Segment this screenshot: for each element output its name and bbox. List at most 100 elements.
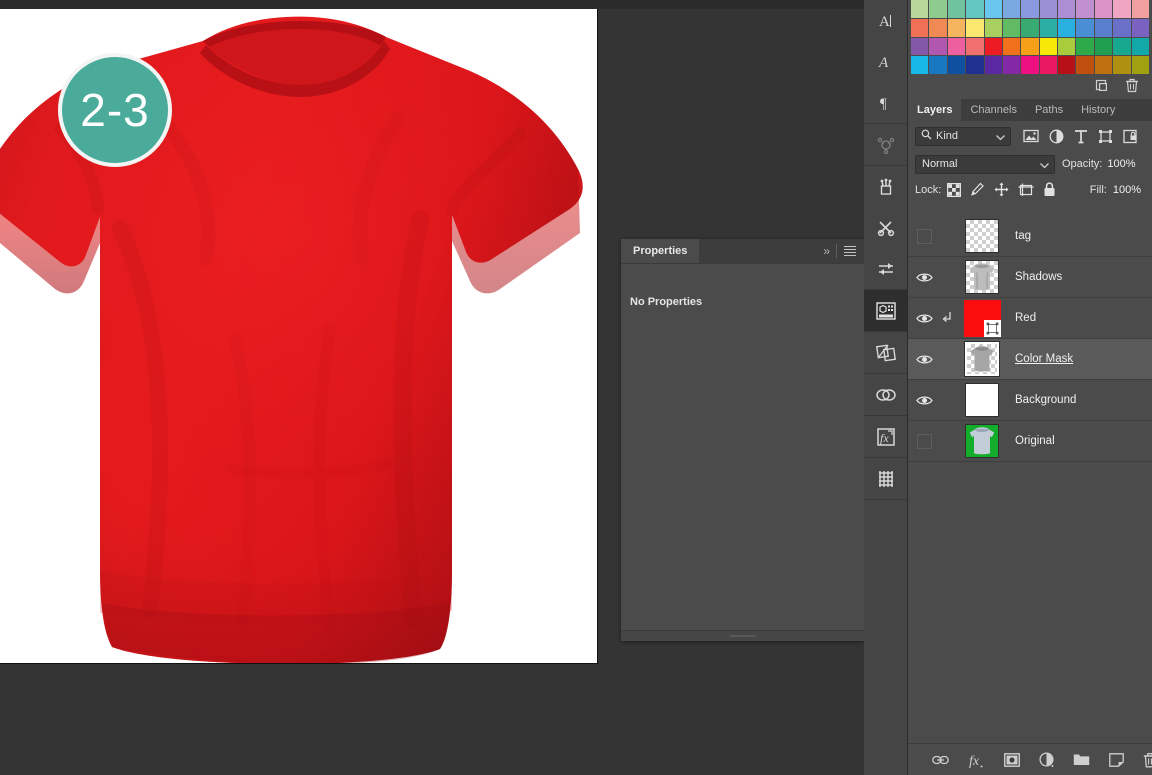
type-layer-filter-icon[interactable]: [1074, 129, 1088, 144]
layer-thumbnail[interactable]: [965, 383, 999, 417]
link-layers-icon[interactable]: [931, 754, 949, 766]
color-swatch[interactable]: [911, 0, 929, 18]
color-swatch[interactable]: [947, 0, 966, 18]
tab-properties[interactable]: Properties: [621, 239, 700, 263]
color-swatch[interactable]: [966, 18, 984, 37]
color-swatch[interactable]: [1021, 56, 1039, 74]
color-swatch[interactable]: [1094, 18, 1113, 37]
add-layer-mask-icon[interactable]: [1003, 752, 1020, 767]
color-swatch[interactable]: [984, 18, 1002, 37]
properties-panel[interactable]: Properties » No Properties: [621, 239, 864, 641]
color-swatch[interactable]: [1058, 0, 1076, 18]
properties-icon[interactable]: [864, 290, 907, 331]
pixel-layer-filter-icon[interactable]: [1023, 129, 1039, 143]
color-swatch[interactable]: [1002, 18, 1021, 37]
color-swatch[interactable]: [1113, 37, 1131, 56]
color-swatch[interactable]: [929, 37, 947, 56]
layer-name[interactable]: tag: [1010, 230, 1031, 242]
color-swatch[interactable]: [911, 18, 929, 37]
layer-row[interactable]: Red: [908, 298, 1152, 339]
layer-visibility-toggle[interactable]: [908, 354, 940, 365]
layer-thumbnail-cell[interactable]: [954, 341, 1010, 377]
color-swatch[interactable]: [1039, 18, 1058, 37]
color-swatch[interactable]: [929, 56, 947, 74]
color-swatch[interactable]: [1039, 37, 1058, 56]
delete-layer-icon[interactable]: [1143, 752, 1152, 768]
color-swatch[interactable]: [1002, 0, 1021, 18]
panel-resize-grip[interactable]: [621, 630, 864, 641]
layer-list[interactable]: tag Shadows Red Color Mask Background Origina…: [908, 216, 1152, 743]
layers-filter-row[interactable]: Kind: [908, 121, 1152, 151]
color-swatch[interactable]: [966, 56, 984, 74]
shape-layer-filter-icon[interactable]: [1098, 129, 1113, 144]
brush-settings-icon[interactable]: [864, 166, 907, 207]
layer-visibility-toggle[interactable]: [908, 228, 940, 244]
color-swatch[interactable]: [1039, 0, 1058, 18]
document-canvas-area[interactable]: 2-3 Properties » No Properties: [0, 0, 864, 775]
color-swatch[interactable]: [947, 18, 966, 37]
color-swatch[interactable]: [911, 56, 929, 74]
layer-thumbnail-cell[interactable]: [954, 299, 1010, 337]
color-swatch[interactable]: [1002, 37, 1021, 56]
color-swatch[interactable]: [1113, 18, 1131, 37]
pattern-preview-icon[interactable]: [864, 458, 907, 499]
color-swatch[interactable]: [1002, 56, 1021, 74]
layer-visibility-toggle[interactable]: [908, 272, 940, 283]
layer-thumbnail[interactable]: [964, 341, 1000, 377]
color-swatch[interactable]: [1021, 0, 1039, 18]
layer-thumbnail-cell[interactable]: [954, 260, 1010, 294]
layer-name[interactable]: Background: [1010, 394, 1076, 406]
color-swatch[interactable]: [947, 37, 966, 56]
lock-all-icon[interactable]: [1043, 182, 1056, 197]
adjustments-presets-icon[interactable]: [864, 248, 907, 289]
color-swatch[interactable]: [984, 56, 1002, 74]
paragraph-icon[interactable]: ¶: [864, 82, 907, 123]
layer-name[interactable]: Shadows: [1010, 271, 1062, 283]
color-swatch[interactable]: [1076, 18, 1094, 37]
lock-transparent-pixels-icon[interactable]: [947, 182, 962, 197]
color-swatch[interactable]: [984, 0, 1002, 18]
layer-row[interactable]: Color Mask: [908, 339, 1152, 380]
color-swatch[interactable]: [1039, 56, 1058, 74]
layer-name[interactable]: Red: [1010, 312, 1036, 324]
color-swatch[interactable]: [1076, 0, 1094, 18]
swatch-grid[interactable]: [911, 0, 1149, 74]
smart-object-filter-icon[interactable]: [1123, 129, 1137, 144]
color-swatch[interactable]: [1076, 56, 1094, 74]
layer-styles-fx-icon[interactable]: fx: [968, 752, 985, 768]
color-swatch[interactable]: [1094, 37, 1113, 56]
swatches-footer[interactable]: [908, 74, 1152, 97]
layer-row[interactable]: Background: [908, 380, 1152, 421]
layer-kind-filter-select[interactable]: Kind: [915, 126, 1011, 146]
color-swatch[interactable]: [1094, 0, 1113, 18]
opacity-value[interactable]: 100%: [1107, 158, 1135, 171]
lock-position-icon[interactable]: [994, 182, 1009, 197]
color-swatch[interactable]: [1131, 56, 1149, 74]
layer-row[interactable]: tag: [908, 216, 1152, 257]
layer-row[interactable]: Original: [908, 421, 1152, 462]
properties-tabbar[interactable]: Properties »: [621, 239, 864, 263]
tab-history[interactable]: History: [1072, 99, 1124, 121]
panel-tab-bar[interactable]: Layers Channels Paths History: [908, 99, 1152, 121]
layer-name[interactable]: Color Mask: [1010, 353, 1073, 365]
new-layer-icon[interactable]: [1108, 752, 1124, 767]
panel-menu-icon[interactable]: [837, 246, 864, 256]
lock-artboard-nesting-icon[interactable]: [1018, 183, 1034, 197]
blend-mode-row[interactable]: Normal Opacity: 100%: [908, 151, 1152, 177]
layer-thumbnail-cell[interactable]: [954, 383, 1010, 417]
color-swatch[interactable]: [966, 0, 984, 18]
layer-name[interactable]: Original: [1010, 435, 1055, 447]
delete-swatch-icon[interactable]: [1125, 78, 1139, 93]
panel-dock[interactable]: A A ¶ fx: [864, 0, 908, 775]
color-swatch[interactable]: [1131, 18, 1149, 37]
layer-visibility-toggle[interactable]: [908, 395, 940, 406]
layer-thumbnail-cell[interactable]: [954, 219, 1010, 253]
new-adjustment-layer-icon[interactable]: [1038, 752, 1054, 767]
clone-source-icon[interactable]: [864, 207, 907, 248]
double-chevron-right-icon[interactable]: »: [816, 244, 836, 258]
color-swatch[interactable]: [1058, 56, 1076, 74]
paragraph-styles-icon[interactable]: [864, 124, 907, 165]
layer-thumbnail[interactable]: [963, 299, 1001, 337]
color-swatch[interactable]: [1094, 56, 1113, 74]
color-swatch[interactable]: [1058, 37, 1076, 56]
